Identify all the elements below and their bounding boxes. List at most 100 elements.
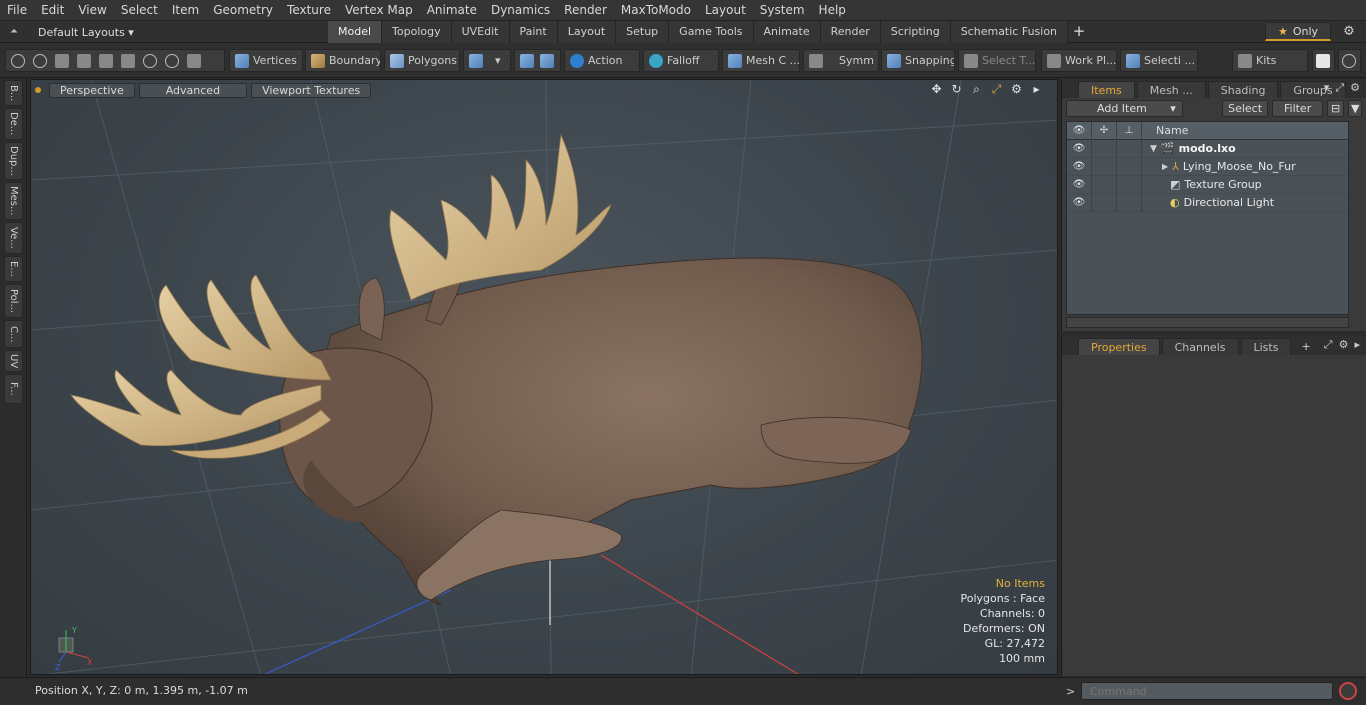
side-tab-deform[interactable]: De... (4, 108, 23, 140)
select-through-button[interactable]: Select T... (958, 49, 1036, 72)
item-row-scene[interactable]: 👁 ▼ 🎬 modo.lxo (1067, 139, 1348, 158)
rotate-view-icon[interactable]: ↻ (950, 82, 963, 97)
unity-button[interactable] (1312, 49, 1335, 72)
eye-icon[interactable]: 👁 (1067, 193, 1092, 212)
circle-select-icon[interactable] (11, 53, 25, 68)
layout-selector[interactable]: ⏶ Default Layouts ▾ (6, 23, 134, 41)
vertices-button[interactable]: Vertices (229, 49, 303, 72)
menu-item[interactable]: Item (165, 0, 206, 21)
side-tab-mesh-edit[interactable]: Mes... (4, 182, 23, 220)
expand-arrow-icon[interactable]: ▶ (1142, 162, 1168, 171)
lock-cell[interactable] (1092, 193, 1117, 212)
zoom-view-icon[interactable]: ⌕ (970, 82, 983, 97)
tab-scripting[interactable]: Scripting (880, 21, 951, 43)
tab-properties[interactable]: Properties (1078, 338, 1160, 355)
brush-icon[interactable] (77, 53, 91, 68)
action-button[interactable]: Action (564, 49, 640, 72)
side-tab-curve[interactable]: C... (4, 320, 23, 348)
only-button[interactable]: ★ Only (1265, 22, 1331, 41)
action-center-icon[interactable] (520, 53, 534, 68)
tab-model[interactable]: Model (328, 21, 383, 43)
menu-system[interactable]: System (753, 0, 812, 21)
menu-animate[interactable]: Animate (420, 0, 484, 21)
collapse-arrow-icon[interactable]: ▼ (1142, 144, 1157, 154)
name-column-header[interactable]: Name (1142, 124, 1188, 137)
panel-gear-icon[interactable]: ⚙ (1339, 338, 1349, 352)
menu-texture[interactable]: Texture (280, 0, 338, 21)
item-list-hscrollbar[interactable] (1066, 317, 1349, 328)
polygons-button[interactable]: Polygons (384, 49, 460, 72)
viewport-textures-button[interactable]: Viewport Textures (251, 82, 372, 98)
item-list-vscrollbar[interactable] (1351, 122, 1363, 316)
render-cell[interactable] (1117, 139, 1142, 158)
snap-target-icon[interactable] (143, 53, 157, 68)
tab-render[interactable]: Render (820, 21, 881, 43)
menu-vertex-map[interactable]: Vertex Map (338, 0, 420, 21)
default-layouts-dropdown[interactable]: Default Layouts ▾ (38, 26, 134, 39)
add-properties-tab-button[interactable]: + (1293, 338, 1318, 355)
tab-shading[interactable]: Shading (1207, 81, 1279, 98)
item-row-texture-group[interactable]: 👁 ◩ Texture Group (1067, 175, 1348, 194)
add-tab-button[interactable]: + (1068, 21, 1090, 43)
kits-button[interactable]: Kits (1232, 49, 1308, 72)
lock-cell[interactable] (1092, 139, 1117, 158)
side-tab-fusion[interactable]: F... (4, 374, 23, 404)
menu-layout[interactable]: Layout (698, 0, 753, 21)
visibility-column-icon[interactable]: 👁 (1067, 121, 1092, 140)
filter-button[interactable]: Filter (1272, 100, 1323, 117)
tab-layout[interactable]: Layout (557, 21, 617, 43)
center-icon[interactable] (121, 53, 135, 68)
action-axis-icon[interactable] (540, 53, 554, 68)
align-icon[interactable] (99, 53, 113, 68)
side-tab-vertex[interactable]: Ve... (4, 222, 23, 254)
menu-help[interactable]: Help (812, 0, 853, 21)
item-row-mesh[interactable]: 👁 ▶ ⅄ Lying_Moose_No_Fur (1067, 157, 1348, 176)
tab-schematic-fusion[interactable]: Schematic Fusion (950, 21, 1069, 43)
tab-animate[interactable]: Animate (753, 21, 821, 43)
symmetry-button[interactable]: Symm ... (803, 49, 879, 72)
rotate-icon[interactable] (165, 53, 179, 68)
boundary-button[interactable]: Boundary (305, 49, 381, 72)
lock-column-icon[interactable]: ✢ (1092, 121, 1117, 140)
eye-icon[interactable]: 👁 (1067, 139, 1092, 158)
viewport-gear-icon[interactable]: ⚙ (1010, 82, 1023, 97)
menu-view[interactable]: View (71, 0, 113, 21)
render-cell[interactable] (1117, 157, 1142, 176)
tab-items[interactable]: Items (1078, 81, 1135, 98)
move-view-icon[interactable]: ✥ (930, 82, 943, 97)
menu-dynamics[interactable]: Dynamics (484, 0, 557, 21)
tab-setup[interactable]: Setup (616, 21, 670, 43)
tab-uvedit[interactable]: UVEdit (451, 21, 510, 43)
fit-view-icon[interactable]: ⤢ (990, 82, 1003, 97)
menu-edit[interactable]: Edit (34, 0, 71, 21)
menu-file[interactable]: File (0, 0, 34, 21)
pen-icon[interactable] (55, 53, 69, 68)
gear-icon[interactable]: ⚙ (1340, 23, 1358, 41)
lock-cell[interactable] (1092, 157, 1117, 176)
side-tab-edge[interactable]: E... (4, 256, 23, 282)
viewport-expand-icon[interactable]: ▸ (1030, 82, 1043, 97)
menu-geometry[interactable]: Geometry (206, 0, 280, 21)
snapping-button[interactable]: Snapping (881, 49, 955, 72)
side-tab-uv[interactable]: UV (4, 350, 23, 372)
collapse-icon[interactable]: ⊟ (1326, 100, 1345, 117)
render-cell[interactable] (1117, 193, 1142, 212)
tab-game-tools[interactable]: Game Tools (669, 21, 754, 43)
eye-icon[interactable]: 👁 (1067, 157, 1092, 176)
selection-sets-button[interactable]: Selecti ... (1120, 49, 1198, 72)
unreal-button[interactable] (1338, 49, 1361, 72)
select-button[interactable]: Select (1221, 100, 1269, 117)
command-input[interactable] (1081, 682, 1333, 700)
lock-cell[interactable] (1092, 175, 1117, 194)
render-cell[interactable] (1117, 175, 1142, 194)
side-tab-polygon[interactable]: Pol... (4, 284, 23, 318)
shield-icon[interactable] (187, 53, 201, 68)
tab-channels[interactable]: Channels (1161, 338, 1239, 355)
side-tab-duplicate[interactable]: Dup... (4, 142, 23, 180)
falloff-button[interactable]: Falloff (643, 49, 719, 72)
menu-maxtomodo[interactable]: MaxToModo (614, 0, 698, 21)
panel-maximize-icon[interactable]: ⤢ (1335, 81, 1344, 95)
tab-topology[interactable]: Topology (382, 21, 452, 43)
advanced-button[interactable]: Advanced (138, 82, 248, 98)
eye-icon[interactable]: 👁 (1067, 175, 1092, 194)
